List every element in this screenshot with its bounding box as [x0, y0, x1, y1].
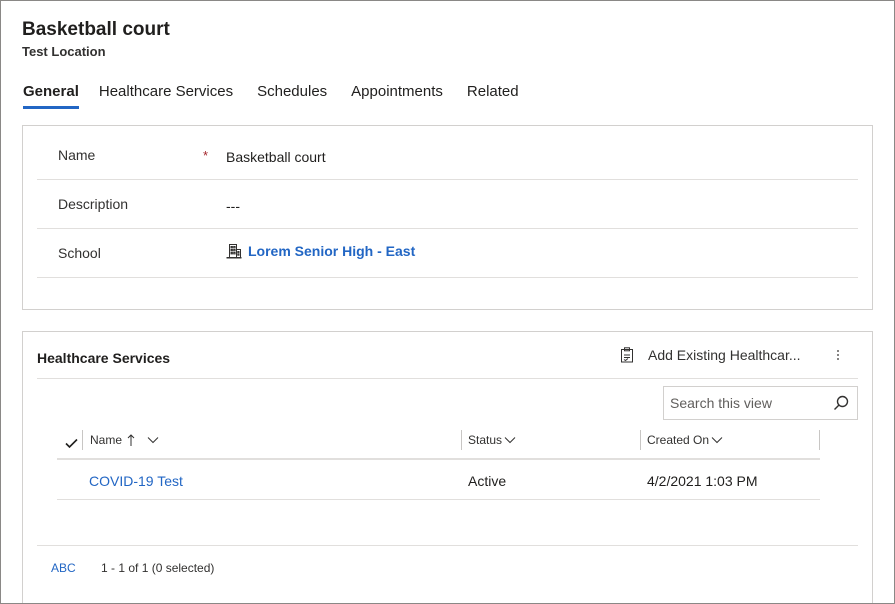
tab-appointments[interactable]: Appointments	[351, 83, 443, 109]
row-name-link[interactable]: COVID-19 Test	[89, 473, 183, 489]
tab-related[interactable]: Related	[467, 83, 519, 109]
entity-subtitle: Test Location	[22, 44, 106, 59]
table-row[interactable]: COVID-19 Test Active 4/2/2021 1:03 PM	[57, 462, 820, 500]
more-dot	[837, 354, 839, 356]
tab-bar: General Healthcare Services Schedules Ap…	[23, 83, 543, 109]
name-field[interactable]: Basketball court	[226, 149, 326, 165]
column-header-label: Name	[90, 433, 123, 447]
tab-general[interactable]: General	[23, 83, 79, 109]
description-field[interactable]: ---	[226, 198, 240, 214]
general-section: Name * Basketball court Description --- …	[22, 125, 873, 310]
search-icon	[834, 395, 849, 410]
row-created-on: 4/2/2021 1:03 PM	[647, 473, 758, 489]
school-field-row: School Lorem Senior High - East	[37, 229, 858, 278]
subgrid-title: Healthcare Services	[37, 350, 171, 366]
page-title: Basketball court	[22, 19, 170, 40]
column-divider	[819, 430, 820, 450]
add-existing-label: Add Existing Healthcar...	[648, 347, 801, 363]
checkmark-icon	[65, 438, 78, 449]
tab-healthcare-services[interactable]: Healthcare Services	[99, 83, 233, 109]
description-label: Description	[58, 196, 129, 212]
subgrid-divider	[37, 378, 858, 379]
name-label: Name	[58, 147, 96, 163]
search-box	[663, 386, 858, 420]
building-icon	[226, 244, 242, 259]
record-count: 1 - 1 of 1 (0 selected)	[101, 561, 215, 575]
school-link[interactable]: Lorem Senior High - East	[248, 243, 415, 259]
tab-schedules[interactable]: Schedules	[257, 83, 327, 109]
column-header-label: Created On	[647, 433, 710, 447]
column-divider	[640, 430, 641, 450]
description-field-row: Description ---	[37, 180, 858, 229]
school-label: School	[58, 245, 101, 261]
healthcare-services-subgrid: Healthcare Services Add Existing Healthc…	[22, 331, 873, 603]
column-divider	[82, 430, 83, 450]
column-header-status[interactable]: Status	[468, 433, 516, 447]
form-window: Basketball court Test Location General H…	[0, 0, 895, 604]
name-field-row: Name * Basketball court	[37, 131, 858, 180]
more-commands-button[interactable]	[830, 344, 846, 366]
more-dot	[837, 358, 839, 360]
column-header-label: Status	[468, 433, 503, 447]
chevron-down-icon	[504, 437, 516, 444]
clipboard-icon	[621, 347, 633, 363]
column-header-name[interactable]: Name	[90, 433, 159, 447]
search-button[interactable]	[833, 395, 849, 416]
more-dot	[837, 350, 839, 352]
select-all-checkbox[interactable]	[65, 436, 78, 454]
grid-header: Name Status Created On	[57, 428, 820, 460]
required-indicator: *	[203, 148, 209, 163]
add-existing-button[interactable]: Add Existing Healthcar...	[620, 347, 801, 363]
chevron-down-icon	[147, 437, 159, 444]
chevron-down-icon	[711, 437, 723, 444]
jump-bar-abc[interactable]: ABC	[51, 561, 76, 575]
search-input[interactable]	[670, 395, 820, 411]
sort-ascending-icon	[127, 434, 135, 446]
column-divider	[461, 430, 462, 450]
row-status: Active	[468, 473, 507, 489]
footer-divider	[37, 545, 858, 546]
column-header-created-on[interactable]: Created On	[647, 433, 723, 447]
school-lookup[interactable]: Lorem Senior High - East	[226, 243, 415, 259]
